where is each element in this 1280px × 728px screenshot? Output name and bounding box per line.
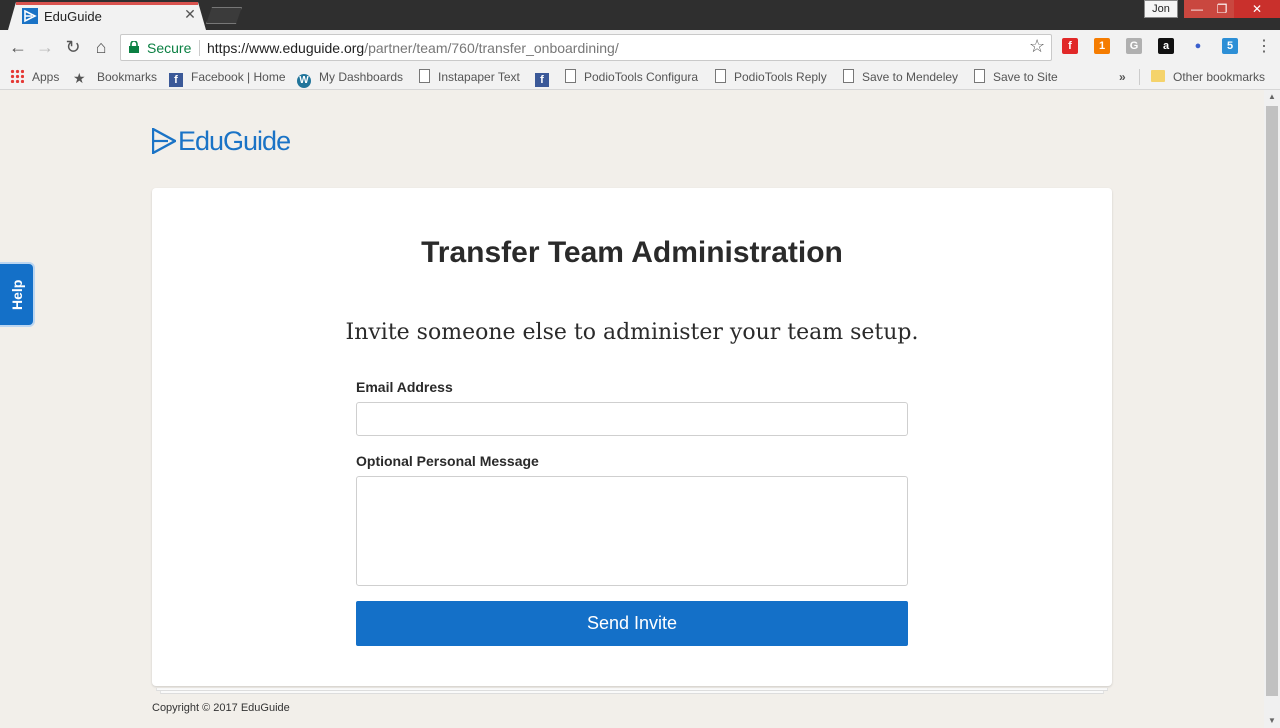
address-divider (199, 40, 200, 56)
bookmark-save-to-site[interactable]: Save to Site (974, 68, 1058, 86)
bookmark-label: Other bookmarks (1173, 70, 1266, 84)
facebook-icon: f (169, 73, 183, 87)
five-icon[interactable]: 5 (1222, 38, 1238, 54)
back-arrow-icon[interactable]: ← (6, 35, 30, 59)
browser-title-bar: EduGuide ✕ Jon — ❐ ✕ (0, 0, 1280, 30)
browser-tab-eduguide[interactable]: EduGuide ✕ (8, 2, 206, 30)
microphone-icon[interactable]: ● (1190, 38, 1206, 54)
copyright-text: Copyright © 2017 EduGuide (152, 702, 290, 714)
tab-title: EduGuide (44, 9, 102, 24)
bookmark-podiotools-reply[interactable]: PodioTools Reply (715, 68, 827, 86)
page-subtitle: Invite someone else to administer your t… (345, 320, 919, 345)
bookmark-star-icon[interactable]: ☆ (1029, 36, 1045, 57)
bookmark-bookmarks[interactable]: ★ Bookmarks (73, 68, 157, 86)
profile-button[interactable]: Jon (1144, 0, 1178, 18)
bookmark-label: My Dashboards (319, 70, 404, 84)
bookmark-instapaper-text[interactable]: Instapaper Text (419, 68, 520, 86)
tab-close-icon[interactable]: ✕ (182, 6, 198, 24)
url-path: /partner/team/760/transfer_onboardining/ (364, 40, 619, 56)
bookmarks-divider (1139, 69, 1140, 85)
address-bar[interactable]: Secure https://www.eduguide.org/partner/… (120, 34, 1052, 61)
facebook-icon: f (535, 73, 549, 87)
folder-icon (1151, 70, 1165, 82)
bookmark-save-to-mendeley[interactable]: Save to Mendeley (843, 68, 958, 86)
flipboard-icon[interactable]: f (1062, 38, 1078, 54)
help-button[interactable]: Help (0, 264, 33, 325)
bookmark-label: PodioTools Reply (734, 70, 827, 84)
home-icon[interactable]: ⌂ (89, 35, 113, 59)
star-icon: ★ (73, 70, 86, 86)
new-tab-button[interactable] (206, 7, 242, 24)
eduguide-logo-icon (152, 128, 176, 154)
url-text[interactable]: https://www.eduguide.org/partner/team/76… (207, 40, 619, 56)
bookmark-label: Instapaper Text (438, 70, 520, 84)
secure-label: Secure (147, 40, 192, 56)
scroll-down-arrow-icon[interactable]: ▼ (1264, 714, 1280, 728)
bookmark-label: Apps (32, 70, 60, 84)
bookmark-apps[interactable]: Apps (10, 68, 59, 86)
wordpress-icon: W (297, 74, 311, 88)
bookmark-label: Facebook | Home (191, 70, 286, 84)
help-label: Help (9, 279, 25, 310)
email-address-input[interactable] (356, 402, 908, 436)
bookmark-other-bookmarks[interactable]: Other bookmarks (1151, 68, 1265, 86)
amazon-icon[interactable]: a (1158, 38, 1174, 54)
browser-toolbar: ← → ↻ ⌂ Secure https://www.eduguide.org/… (0, 30, 1280, 64)
bookmark-label: Save to Site (993, 70, 1058, 84)
forward-arrow-icon[interactable]: → (33, 35, 57, 59)
page-icon (565, 69, 576, 83)
personal-message-textarea[interactable] (356, 476, 908, 586)
bookmarks-bar: Apps ★ Bookmarks f Facebook | Home W My Das… (0, 64, 1280, 90)
page-title: Transfer Team Administration (421, 236, 843, 269)
transfer-admin-card: Transfer Team Administration Invite some… (152, 188, 1112, 686)
bookmark-my-dashboards[interactable]: W My Dashboards (297, 68, 404, 88)
eduguide-favicon-icon (22, 8, 38, 24)
minimize-window-button[interactable]: — (1184, 0, 1210, 18)
logo-text: EduGuide (178, 126, 291, 156)
card-shadow-layer (156, 688, 1108, 691)
page-icon (974, 69, 985, 83)
restore-window-button[interactable]: ❐ (1210, 0, 1234, 18)
more-bookmarks-button[interactable]: » (1119, 68, 1126, 86)
card-shadow-layer (160, 691, 1104, 694)
lock-icon (129, 41, 139, 53)
page-scrollbar[interactable]: ▲ ▼ (1264, 90, 1280, 728)
scrollbar-thumb[interactable] (1266, 106, 1278, 696)
bookmark-label: PodioTools Configura (584, 70, 699, 84)
bookmark-podiotools-configura[interactable]: PodioTools Configura (565, 68, 701, 86)
close-window-button[interactable]: ✕ (1234, 0, 1280, 18)
email-address-label: Email Address (356, 379, 453, 395)
page-icon (715, 69, 726, 83)
apps-grid-icon (10, 69, 24, 83)
rss-feed-icon[interactable]: 1 (1094, 38, 1110, 54)
bookmark-facebook-home[interactable]: f Facebook | Home (169, 68, 286, 87)
personal-message-label: Optional Personal Message (356, 453, 539, 469)
scroll-up-arrow-icon[interactable]: ▲ (1264, 90, 1280, 104)
grammarly-icon[interactable]: G (1126, 38, 1142, 54)
reload-icon[interactable]: ↻ (61, 35, 85, 59)
send-invite-button[interactable]: Send Invite (356, 601, 908, 646)
bookmark-facebook[interactable]: f (535, 68, 557, 87)
tab-indicator (16, 2, 198, 5)
url-host: https://www.eduguide.org (207, 40, 365, 56)
bookmark-label: Bookmarks (97, 70, 158, 84)
page-icon (419, 69, 430, 83)
bookmark-label: Save to Mendeley (862, 70, 959, 84)
page-viewport: EduGuide Transfer Team Administration In… (0, 90, 1264, 728)
browser-menu-icon[interactable]: ⋮ (1252, 35, 1276, 59)
page-icon (843, 69, 854, 83)
